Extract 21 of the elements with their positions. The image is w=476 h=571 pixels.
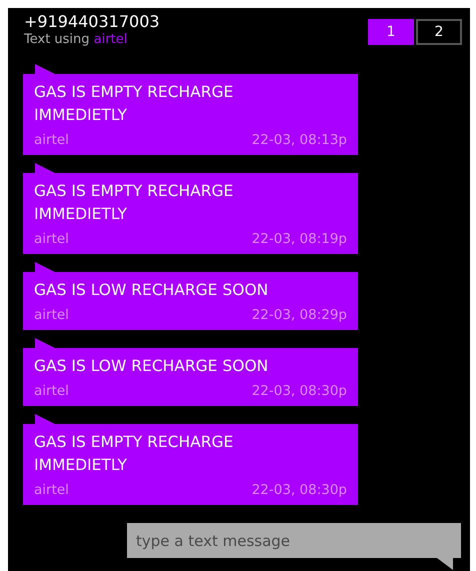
message-text: GAS IS EMPTY RECHARGE IMMEDIETLY bbox=[34, 432, 234, 476]
sender-label: airtel bbox=[34, 131, 69, 150]
timestamp: 22-03, 08:29p bbox=[252, 306, 347, 325]
message-input-field[interactable]: type a text message bbox=[127, 523, 461, 558]
message-text: GAS IS EMPTY RECHARGE IMMEDIETLY bbox=[34, 181, 234, 225]
page-tab[interactable]: 2 bbox=[416, 19, 462, 45]
sender-label: airtel bbox=[34, 306, 69, 325]
page-tab[interactable]: 1 bbox=[368, 19, 414, 45]
carrier-subtitle: Text using airtel bbox=[24, 31, 128, 48]
timestamp: 22-03, 08:13p bbox=[252, 131, 347, 150]
sender-label: airtel bbox=[34, 230, 69, 249]
message-text: GAS IS EMPTY RECHARGE IMMEDIETLY bbox=[34, 82, 234, 126]
sender-label: airtel bbox=[34, 481, 69, 500]
timestamp: 22-03, 08:30p bbox=[252, 382, 347, 401]
message-text: GAS IS LOW RECHARGE SOON bbox=[34, 356, 270, 377]
message-text: GAS IS LOW RECHARGE SOON bbox=[34, 280, 270, 301]
phone-number: +919440317003 bbox=[24, 12, 160, 31]
input-tail bbox=[437, 558, 453, 570]
timestamp: 22-03, 08:30p bbox=[252, 481, 347, 500]
timestamp: 22-03, 08:19p bbox=[252, 230, 347, 249]
sender-label: airtel bbox=[34, 382, 69, 401]
